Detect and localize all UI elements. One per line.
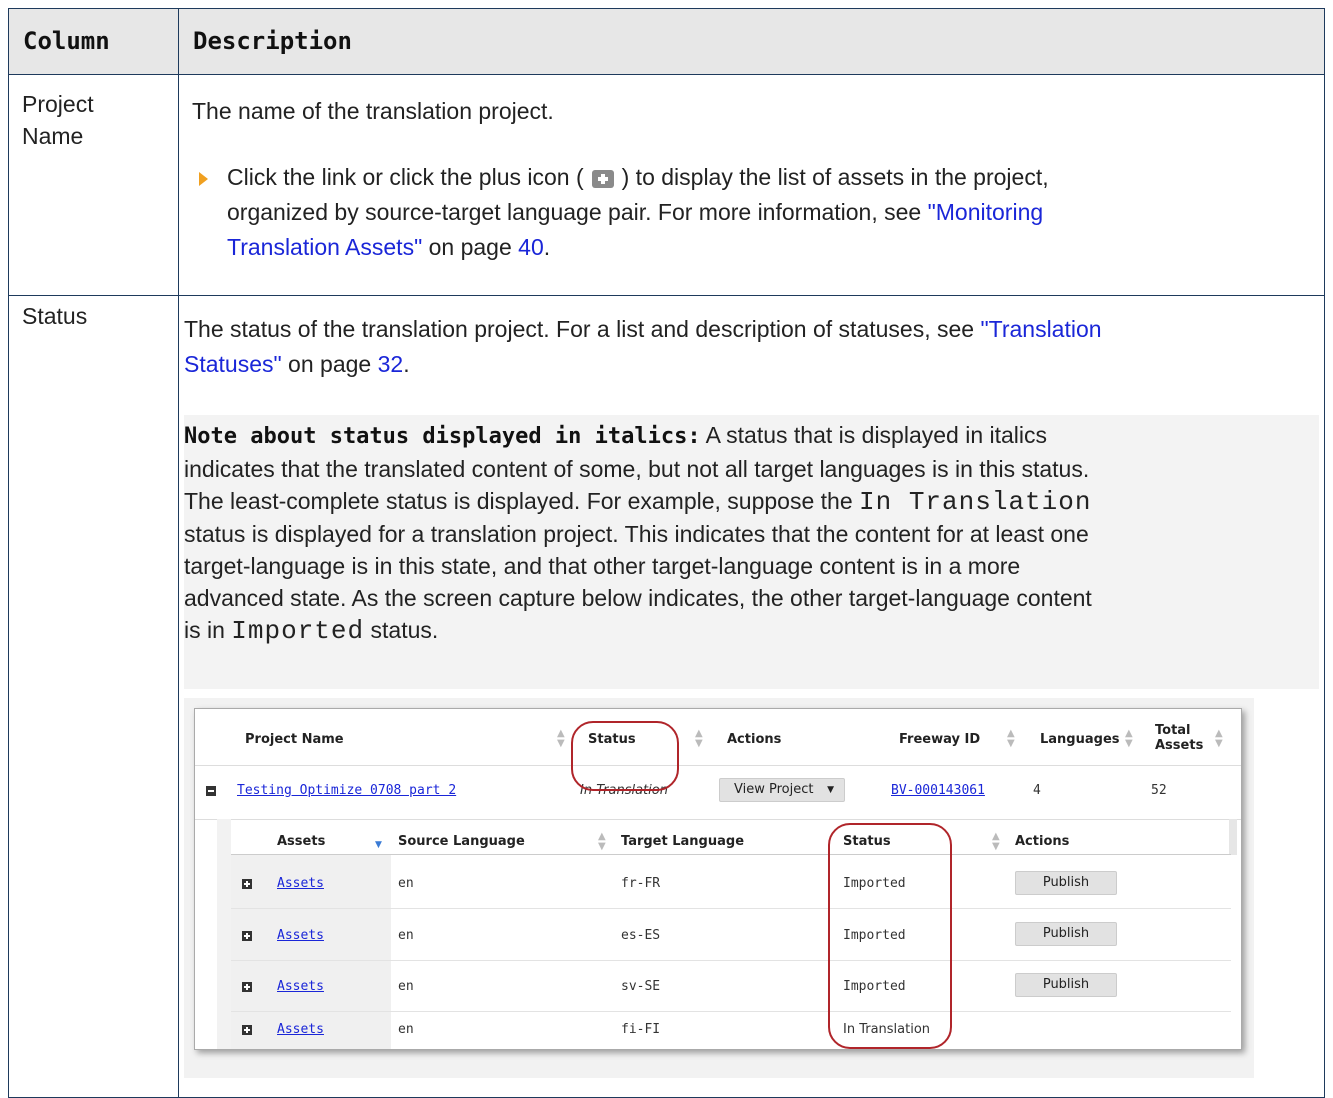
view-project-dropdown[interactable]: View Project ▼ <box>719 778 845 802</box>
status-highlight-oval <box>571 721 679 791</box>
assets-link[interactable]: Assets <box>277 928 324 943</box>
caret-down-icon: ▼ <box>827 785 834 795</box>
target-lang: fr-FR <box>621 876 661 891</box>
source-lang: en <box>398 876 414 891</box>
sort-desc-icon[interactable]: ▼ <box>375 840 382 850</box>
expand-icon[interactable] <box>242 1025 252 1035</box>
sub-th-target[interactable]: Target Language <box>621 834 753 849</box>
total-line-2: Assets <box>1155 738 1204 753</box>
page-40-link[interactable]: 40 <box>518 234 544 260</box>
note-line-4: status is displayed for a translation pr… <box>184 521 1089 547</box>
publish-button[interactable]: Publish <box>1015 973 1117 997</box>
sort-icon[interactable]: ▲ ▼ <box>1215 729 1223 749</box>
note-line-2: indicates that the translated content of… <box>184 456 1090 482</box>
note-line-5: target-language is in this state, and th… <box>184 553 1021 579</box>
note-text: Note about status displayed in italics: … <box>184 419 1319 647</box>
target-lang: fi-FI <box>621 1022 661 1037</box>
on-page-text-2: on page <box>281 351 378 377</box>
sort-icon[interactable]: ▲ ▼ <box>992 832 1000 852</box>
note-line-7b: status. <box>364 617 439 643</box>
th-project-name[interactable]: Project Name <box>245 732 344 747</box>
note-line-6: advanced state. As the screen capture be… <box>184 585 1092 611</box>
period: . <box>543 234 551 260</box>
expand-icon[interactable] <box>242 931 252 941</box>
project-link[interactable]: Testing Optimize 0708 part 2 <box>237 783 456 798</box>
note-heading: Note about status displayed in italics: <box>184 424 701 449</box>
sort-icon[interactable]: ▲ ▼ <box>1007 729 1015 749</box>
th-freeway-id[interactable]: Freeway ID <box>899 732 980 747</box>
bullet-text-a: Click the link or click the plus icon ( <box>227 164 584 190</box>
note-line-3: The least-complete status is displayed. … <box>184 488 860 514</box>
row-divider <box>9 295 1324 296</box>
subtable-indent <box>217 819 231 1049</box>
description-header: Description <box>193 27 352 55</box>
status-description: The status of the translation project. F… <box>184 312 1324 382</box>
assets-link[interactable]: Assets <box>277 1022 324 1037</box>
link-text-b: Statuses" <box>184 351 282 377</box>
assets-link[interactable]: Assets <box>277 876 324 891</box>
column-divider <box>178 9 179 1097</box>
th-actions: Actions <box>727 732 782 747</box>
code-in-translation: In Translation <box>859 487 1092 517</box>
th-total-assets[interactable]: Total Assets <box>1155 723 1203 753</box>
freeway-id-link[interactable]: BV-000143061 <box>891 783 985 798</box>
view-project-label: View Project <box>734 782 814 797</box>
column-header: Column <box>23 27 110 55</box>
project-languages: 4 <box>1033 783 1041 798</box>
header-divider <box>195 765 1241 766</box>
th-languages[interactable]: Languages <box>1040 732 1120 747</box>
collapse-icon[interactable] <box>206 786 216 796</box>
link-text-1: "Monitoring <box>927 199 1044 225</box>
code-imported: Imported <box>231 616 365 646</box>
embedded-screenshot: Project Name ▲ ▼ Status ▲ ▼ Actions Freewa… <box>194 708 1242 1050</box>
note-line-7a: is in <box>184 617 232 643</box>
source-lang: en <box>398 928 414 943</box>
period-2: . <box>403 351 410 377</box>
bullet-text-c: organized by source-target language pair… <box>227 199 922 225</box>
note-line-1: A status that is displayed in italics <box>700 422 1048 448</box>
project-name-bullet: Click the link or click the plus icon ()… <box>227 160 1307 265</box>
publish-button[interactable]: Publish <box>1015 922 1117 946</box>
source-lang: en <box>398 979 414 994</box>
target-lang: sv-SE <box>621 979 661 994</box>
plus-icon <box>591 169 614 188</box>
page-32-link[interactable]: 32 <box>378 351 404 377</box>
row-divider <box>231 908 1231 909</box>
publish-button[interactable]: Publish <box>1015 871 1117 895</box>
sub-th-actions: Actions <box>1015 834 1070 849</box>
row-divider <box>231 960 1231 961</box>
scrollbar[interactable] <box>1229 819 1237 855</box>
row-label-status: Status <box>22 303 88 329</box>
row-label-project-name: Project Name <box>22 91 94 149</box>
sort-icon[interactable]: ▲ ▼ <box>557 729 565 749</box>
status-text: The status of the translation project. F… <box>184 316 981 342</box>
assets-link[interactable]: Assets <box>277 979 324 994</box>
project-name-description: The name of the translation project. <box>192 98 554 124</box>
sort-icon[interactable]: ▲ ▼ <box>695 729 703 749</box>
sub-th-assets[interactable]: Assets <box>277 834 325 849</box>
sort-icon[interactable]: ▲ ▼ <box>1125 729 1133 749</box>
link-text-a: "Translation <box>980 316 1102 342</box>
bullet-arrow-icon <box>199 172 208 186</box>
source-lang: en <box>398 1022 414 1037</box>
on-page-text: on page <box>422 234 519 260</box>
row-divider <box>231 1011 1231 1012</box>
target-lang: es-ES <box>621 928 661 943</box>
expand-icon[interactable] <box>242 879 252 889</box>
expand-icon[interactable] <box>242 982 252 992</box>
bullet-text-b: ) to display the list of assets in the p… <box>621 164 1049 190</box>
sort-icon[interactable]: ▲ ▼ <box>598 832 606 852</box>
subtable-header-divider <box>231 854 1231 855</box>
project-row-divider <box>195 819 1241 820</box>
project-total-assets: 52 <box>1151 783 1167 798</box>
total-line-1: Total <box>1155 723 1191 738</box>
table-header: Column Description <box>9 9 1324 75</box>
sub-th-source[interactable]: Source Language <box>398 834 525 849</box>
status-column-highlight-oval <box>828 823 952 1049</box>
link-text-2: Translation Assets" <box>227 234 423 260</box>
